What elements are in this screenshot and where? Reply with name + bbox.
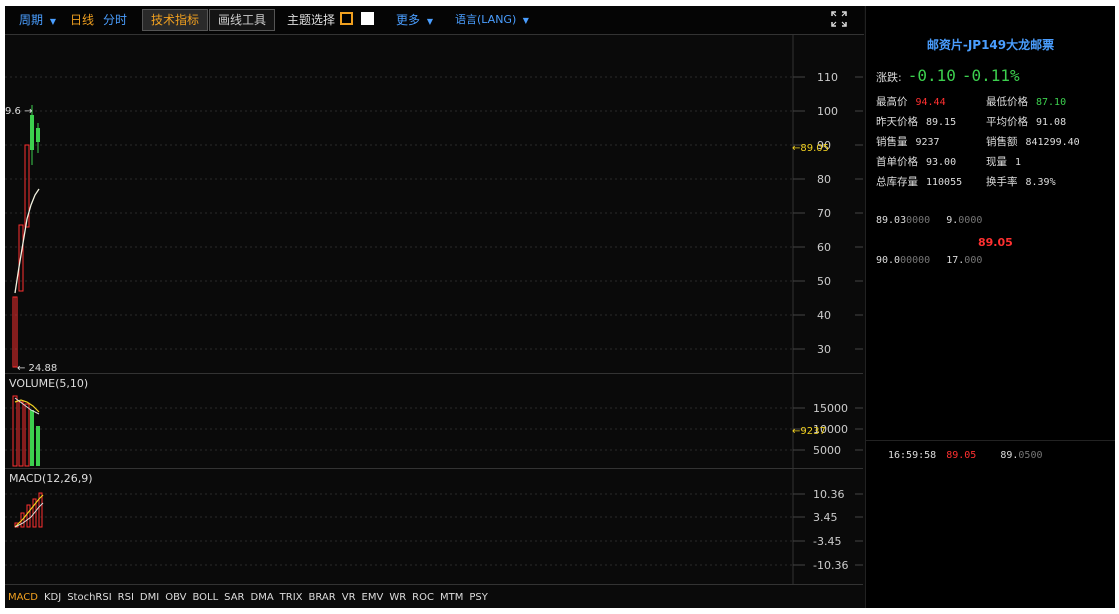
price-axis-label: 60 bbox=[817, 241, 831, 254]
indicator-tab-sar[interactable]: SAR bbox=[221, 587, 247, 609]
app: 周期 ▼ 日线 分时 技术指标 画线工具 主题选择 更多 ▼ 语言(LANG) … bbox=[0, 0, 1119, 614]
stat-volume: 销售量 9237 bbox=[876, 136, 940, 148]
more-dropdown[interactable]: 更多 ▼ bbox=[396, 10, 433, 30]
macd-chart-svg: 10.36 3.45 -3.45 -10.36 bbox=[5, 469, 863, 585]
candle bbox=[36, 128, 40, 142]
price-axis-label: 70 bbox=[817, 207, 831, 220]
volume-bar bbox=[30, 410, 34, 466]
indicator-tab-dmi[interactable]: DMI bbox=[137, 587, 162, 609]
volume-chart[interactable]: 15000 10000 5000 ←9237 VOLUME(5,10) bbox=[5, 373, 863, 468]
volume-bar bbox=[24, 403, 30, 467]
indicator-tab-wr[interactable]: WR bbox=[386, 587, 409, 609]
toolbar: 周期 ▼ 日线 分时 技术指标 画线工具 主题选择 更多 ▼ 语言(LANG) … bbox=[5, 6, 864, 35]
stat-inventory: 总库存量 110055 bbox=[876, 176, 963, 188]
kline-window: 周期 ▼ 日线 分时 技术指标 画线工具 主题选择 更多 ▼ 语言(LANG) … bbox=[5, 6, 1115, 609]
draw-tools-button[interactable]: 画线工具 bbox=[209, 9, 276, 31]
language-dropdown[interactable]: 语言(LANG) ▼ bbox=[455, 10, 529, 30]
change-value: -0.10 bbox=[907, 66, 956, 85]
stat-amount: 销售额 841299.40 bbox=[986, 136, 1080, 148]
theme-label: 主题选择 bbox=[287, 13, 336, 27]
dark-theme-swatch[interactable] bbox=[340, 12, 353, 25]
chevron-down-icon: ▼ bbox=[522, 16, 529, 25]
volume-chart-svg: 15000100005000 ←9237 bbox=[5, 374, 863, 468]
stat-high: 最高价 94.44 bbox=[876, 96, 946, 108]
price-axis-label: 30 bbox=[817, 343, 831, 356]
volume-bar bbox=[18, 401, 24, 467]
price-chart[interactable]: 110 100 90 80 70 60 50 40 30 9.6 → ← 24.88 ←89.0… bbox=[5, 35, 863, 374]
price-axis-label: 80 bbox=[817, 173, 831, 186]
stat-average: 平均价格 91.08 bbox=[986, 116, 1067, 128]
volume-label: VOLUME(5,10) bbox=[9, 377, 89, 390]
product-title: 邮资片-JP149大龙邮票 bbox=[926, 38, 1055, 52]
light-theme-swatch[interactable] bbox=[361, 12, 374, 25]
indicator-tab-stochrsi[interactable]: StochRSI bbox=[64, 587, 114, 609]
macd-label: MACD(12,26,9) bbox=[9, 472, 93, 485]
macd-axis-label: -3.45 bbox=[813, 535, 841, 548]
book-row-bid: 90.000000 17.000 bbox=[876, 255, 983, 266]
current-volume-marker: ←9237 bbox=[792, 426, 826, 437]
macd-axis-label: -10.36 bbox=[813, 559, 848, 572]
macd-axis-label: 10.36 bbox=[813, 488, 845, 501]
indicator-tab-kdj[interactable]: KDJ bbox=[41, 587, 64, 609]
change-percent: -0.11% bbox=[961, 66, 1020, 85]
indicator-tab-trix[interactable]: TRIX bbox=[277, 587, 306, 609]
candle bbox=[30, 115, 34, 150]
indicators-button[interactable]: 技术指标 bbox=[142, 9, 209, 31]
change-label: 涨跌: bbox=[876, 71, 902, 84]
info-panel: 邮资片-JP149大龙邮票 涨跌: -0.10 -0.11% 最高价 94.44 最低… bbox=[865, 6, 1115, 608]
volume-bar bbox=[12, 395, 18, 467]
indicator-tabs: MACD KDJ StochRSI RSI DMI OBV BOLL SAR DMA TRIX BR… bbox=[5, 584, 863, 609]
period-dropdown[interactable]: 周期 ▼ bbox=[19, 10, 56, 30]
book-mid-price: 89.05 bbox=[978, 236, 1013, 249]
price-axis-label: 100 bbox=[817, 105, 838, 118]
daily-button[interactable]: 日线 bbox=[70, 10, 94, 30]
expand-icon[interactable] bbox=[831, 11, 847, 31]
indicator-tab-brar[interactable]: BRAR bbox=[306, 587, 339, 609]
book-row-ask: 89.030000 9.0000 bbox=[876, 215, 983, 226]
period-label: 周期 bbox=[19, 13, 44, 27]
macd-axis-label: 3.45 bbox=[813, 511, 838, 524]
more-label: 更多 bbox=[396, 13, 421, 27]
stat-prev-close: 昨天价格 89.15 bbox=[876, 116, 957, 128]
indicator-tab-dma[interactable]: DMA bbox=[248, 587, 277, 609]
macd-chart[interactable]: 10.36 3.45 -3.45 -10.36 MACD(12,26,9) bbox=[5, 468, 863, 585]
indicator-tab-psy[interactable]: PSY bbox=[466, 587, 491, 609]
indicator-tab-macd[interactable]: MACD bbox=[5, 587, 41, 609]
indicator-tab-obv[interactable]: OBV bbox=[162, 587, 189, 609]
low-marker: ← 24.88 bbox=[17, 363, 57, 373]
chevron-down-icon: ▼ bbox=[426, 17, 433, 26]
stat-turnover: 换手率 8.39% bbox=[986, 176, 1056, 188]
indicator-tab-boll[interactable]: BOLL bbox=[189, 587, 221, 609]
trade-row: 16:59:58 89.05 89.0500 bbox=[888, 450, 1043, 461]
macd-bar bbox=[26, 504, 31, 528]
indicator-tab-vr[interactable]: VR bbox=[339, 587, 359, 609]
minute-button[interactable]: 分时 bbox=[103, 10, 127, 30]
change-row: 涨跌: -0.10 -0.11% bbox=[876, 66, 1020, 85]
indicator-tab-emv[interactable]: EMV bbox=[359, 587, 387, 609]
price-chart-svg: 11010090807060504030 9.6 → ← 24.88 ←89.0… bbox=[5, 35, 863, 374]
volume-bar bbox=[36, 426, 40, 466]
high-marker: 9.6 → bbox=[5, 106, 32, 117]
stat-low: 最低价格 87.10 bbox=[986, 96, 1067, 108]
stat-open: 首单价格 93.00 bbox=[876, 156, 957, 168]
volume-axis-label: 15000 bbox=[813, 402, 848, 415]
price-axis-label: 40 bbox=[817, 309, 831, 322]
current-price-marker: ←89.05 bbox=[792, 143, 829, 154]
stat-current-qty: 现量 1 bbox=[986, 156, 1022, 168]
indicator-tab-roc[interactable]: ROC bbox=[409, 587, 437, 609]
chevron-down-icon: ▼ bbox=[49, 17, 56, 26]
volume-axis-label: 5000 bbox=[813, 444, 841, 457]
language-label: 语言(LANG) bbox=[455, 13, 517, 26]
price-axis-label: 110 bbox=[817, 71, 838, 84]
indicator-tab-rsi[interactable]: RSI bbox=[115, 587, 137, 609]
indicator-tab-mtm[interactable]: MTM bbox=[437, 587, 466, 609]
price-axis-label: 50 bbox=[817, 275, 831, 288]
